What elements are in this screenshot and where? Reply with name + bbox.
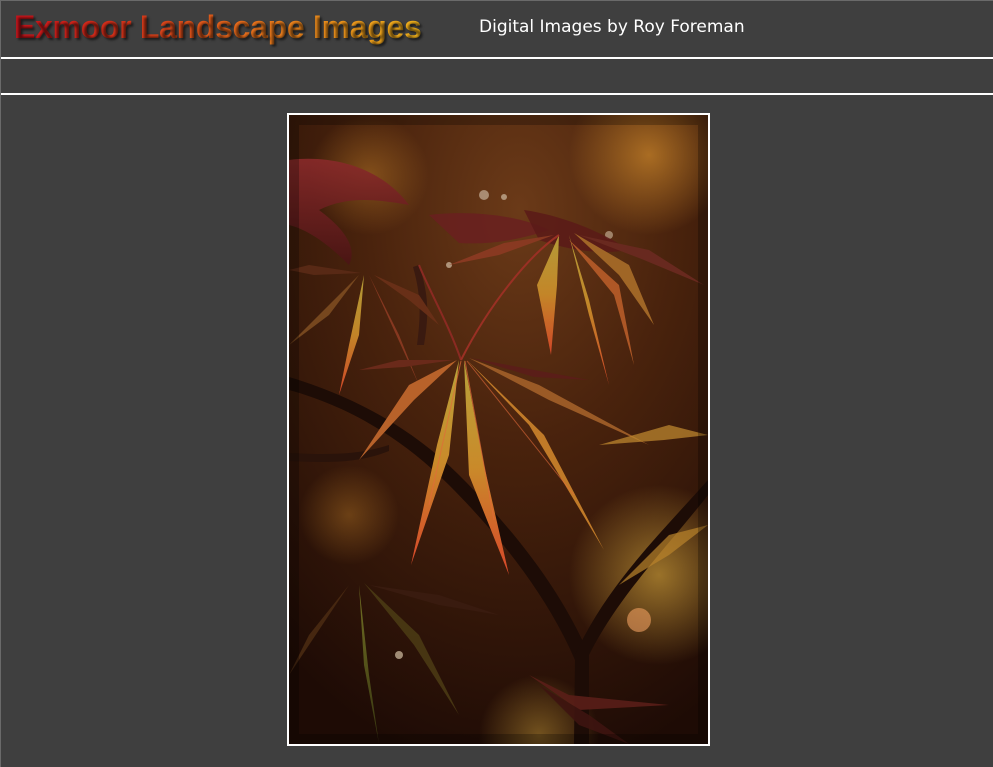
maple-leaves-photo [289, 115, 708, 744]
site-subtitle: Digital Images by Roy Foreman [479, 17, 745, 37]
page: Exmoor Landscape Images Digital Images b… [0, 0, 993, 767]
site-title[interactable]: Exmoor Landscape Images [14, 9, 422, 46]
featured-photo[interactable] [287, 113, 710, 746]
nav-bar [1, 61, 993, 95]
site-header: Exmoor Landscape Images Digital Images b… [1, 1, 993, 59]
